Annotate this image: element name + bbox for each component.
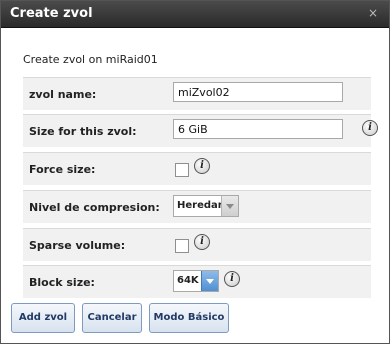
close-icon[interactable]: × — [365, 5, 381, 21]
size-input[interactable] — [173, 119, 343, 139]
compression-value: Heredar — [177, 200, 223, 211]
sparse-checkbox[interactable] — [175, 239, 189, 253]
size-info-icon[interactable]: i — [362, 120, 378, 136]
basic-mode-button[interactable]: Modo Básico — [149, 303, 229, 333]
dialog-titlebar[interactable]: Create zvol × — [1, 1, 389, 28]
dialog-title: Create zvol — [10, 6, 93, 21]
force-size-label: Force size: — [29, 163, 96, 176]
chevron-down-icon — [221, 196, 238, 216]
sparse-info-icon[interactable]: i — [194, 234, 210, 250]
size-label: Size for this zvol: — [29, 125, 137, 138]
force-size-checkbox[interactable] — [175, 163, 189, 177]
block-size-select[interactable]: 64K — [173, 270, 219, 292]
create-zvol-dialog: Create zvol × Create zvol on miRaid01 zv… — [0, 0, 390, 344]
block-size-value: 64K — [177, 275, 199, 286]
block-size-row: Block size: 64K i — [23, 265, 371, 298]
force-size-info-icon[interactable]: i — [194, 158, 210, 174]
chevron-down-icon — [201, 271, 218, 291]
size-row: Size for this zvol: i — [23, 114, 378, 147]
zvol-name-row: zvol name: — [23, 77, 371, 110]
cancel-button[interactable]: Cancelar — [82, 303, 142, 333]
compression-label: Nivel de compresion: — [29, 201, 160, 214]
compression-select[interactable]: Heredar — [173, 195, 239, 217]
force-size-row: Force size: i — [23, 152, 371, 185]
add-zvol-button[interactable]: Add zvol — [11, 303, 75, 333]
dialog-subtitle: Create zvol on miRaid01 — [23, 53, 158, 66]
zvol-name-input[interactable] — [173, 82, 343, 102]
zvol-name-label: zvol name: — [29, 88, 97, 101]
block-size-label: Block size: — [29, 276, 95, 289]
sparse-row: Sparse volume: i — [23, 228, 371, 261]
compression-row: Nivel de compresion: Heredar — [23, 190, 371, 223]
sparse-label: Sparse volume: — [29, 239, 126, 252]
block-size-info-icon[interactable]: i — [224, 271, 240, 287]
